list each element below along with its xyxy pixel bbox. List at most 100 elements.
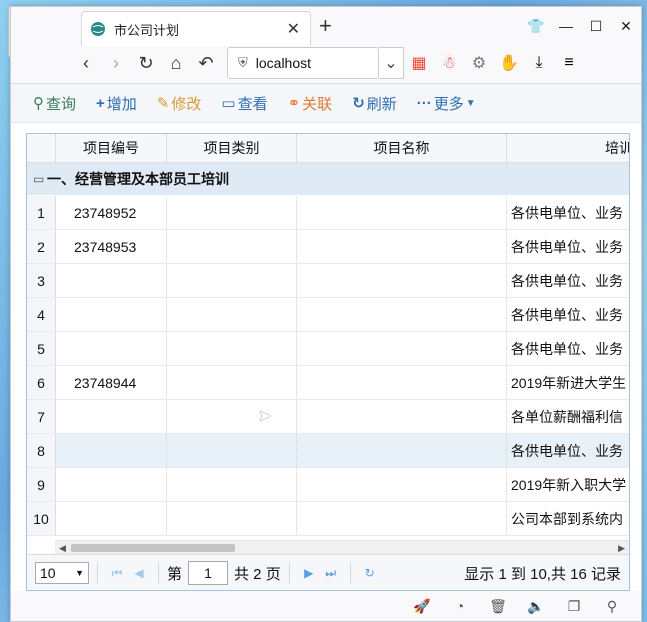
page-prefix: 第: [167, 565, 183, 583]
table-cell: [56, 298, 167, 331]
speed-icon[interactable]: ◔: [441, 598, 479, 614]
row-number: 6: [27, 366, 56, 399]
scroll-right-icon[interactable]: ▶: [618, 541, 625, 555]
table-row[interactable]: 3 各供电单位、业务: [27, 264, 629, 298]
reload-icon[interactable]: ↻: [131, 48, 161, 78]
table-cell: [56, 468, 167, 501]
table-cell: [297, 332, 507, 365]
refresh-button[interactable]: ↻ 刷新: [352, 93, 397, 114]
query-label: 查询: [46, 95, 77, 113]
divider: [158, 563, 159, 583]
table-row[interactable]: 2 23748953 各供电单位、业务: [27, 230, 629, 264]
view-button[interactable]: ▭ 查看: [221, 93, 267, 114]
table-cell: [297, 230, 507, 263]
santa-icon[interactable]: ☃: [434, 48, 464, 78]
volume-icon[interactable]: 🔈: [517, 598, 555, 615]
extension-gear-icon[interactable]: ⚙: [464, 48, 494, 78]
link-button[interactable]: ⚭ 关联: [288, 93, 333, 114]
zoom-icon[interactable]: ⚲: [593, 598, 631, 615]
table-row[interactable]: 10 公司本部到系统内: [27, 502, 629, 536]
back-icon[interactable]: ‹: [71, 48, 101, 78]
table-cell: [297, 468, 507, 501]
first-page-icon[interactable]: ⏮: [106, 566, 128, 581]
tab-title: 市公司计划: [114, 22, 180, 38]
row-number: 9: [27, 468, 56, 501]
row-number: 10: [27, 502, 56, 535]
table-row[interactable]: 8 各供电单位、业务: [27, 434, 629, 468]
adblock-icon[interactable]: ✋: [494, 48, 524, 78]
page-size-select[interactable]: 10 ▼: [35, 562, 89, 584]
shirt-icon[interactable]: 👕: [521, 11, 551, 41]
grid-header: 项目编号 项目类别 项目名称 培训: [27, 134, 629, 163]
rocket-icon[interactable]: 🚀: [403, 598, 441, 615]
query-button[interactable]: ⚲ 查询: [33, 93, 76, 114]
scroll-thumb[interactable]: [71, 544, 235, 552]
tab-strip: 市公司计划 ✕ + 👕 — ☐ ✕: [81, 11, 641, 46]
more-label: 更多: [433, 95, 464, 113]
scroll-left-icon[interactable]: ◀: [59, 541, 66, 555]
refresh-label: 刷新: [366, 95, 397, 113]
view-label: 查看: [237, 95, 268, 113]
row-number: 2: [27, 230, 56, 263]
mouse-cursor-icon: ➤: [258, 408, 272, 425]
column-header[interactable]: 培训: [507, 134, 629, 162]
add-button[interactable]: + 增加: [96, 93, 137, 114]
table-row[interactable]: 1 23748952 各供电单位、业务: [27, 196, 629, 230]
window-icon[interactable]: ❐: [555, 598, 593, 615]
close-window-icon[interactable]: ✕: [611, 11, 641, 41]
table-cell: [56, 400, 167, 433]
download-icon[interactable]: ⤓: [524, 48, 554, 78]
new-tab-icon[interactable]: +: [319, 13, 332, 39]
horizontal-scrollbar[interactable]: ◀ ▶: [55, 540, 629, 555]
table-cell: 各供电单位、业务: [507, 298, 629, 331]
address-bar[interactable]: ⛨ localhost: [227, 47, 379, 79]
column-header[interactable]: 项目编号: [56, 134, 167, 162]
table-row[interactable]: 4 各供电单位、业务: [27, 298, 629, 332]
apps-grid-icon[interactable]: ▦: [404, 48, 434, 78]
table-row[interactable]: 9 2019年新入职大学: [27, 468, 629, 502]
table-cell: 各供电单位、业务: [507, 434, 629, 467]
table-cell: 2019年新入职大学: [507, 468, 629, 501]
table-cell: [167, 298, 297, 331]
reload-page-icon[interactable]: ↻: [359, 566, 381, 580]
table-row[interactable]: 7 各单位薪酬福利信: [27, 400, 629, 434]
table-cell: [297, 298, 507, 331]
table-cell: [297, 400, 507, 433]
edit-button[interactable]: ✎ 修改: [157, 93, 202, 114]
table-cell: [167, 196, 297, 229]
last-page-icon[interactable]: ⏭: [320, 566, 342, 581]
page-number-input[interactable]: 1: [188, 561, 229, 585]
table-cell: [167, 264, 297, 297]
next-page-icon[interactable]: ▶: [298, 566, 320, 580]
table-row[interactable]: 5 各供电单位、业务: [27, 332, 629, 366]
more-button[interactable]: ··· 更多 ▼: [417, 93, 476, 114]
table-cell: [167, 366, 297, 399]
table-cell: [297, 502, 507, 535]
maximize-icon[interactable]: ☐: [581, 11, 611, 41]
table-cell: 23748952: [56, 196, 167, 229]
table-cell: [56, 502, 167, 535]
home-icon[interactable]: ⌂: [161, 48, 191, 78]
window-controls: 👕 — ☐ ✕: [521, 11, 641, 41]
minimize-icon[interactable]: —: [551, 11, 581, 41]
trash-icon[interactable]: 🗑: [479, 598, 517, 615]
table-cell: [167, 502, 297, 535]
close-tab-icon[interactable]: ✕: [287, 19, 300, 39]
prev-page-icon[interactable]: ◀: [128, 566, 150, 580]
column-header[interactable]: 项目类别: [167, 134, 297, 162]
rownum-header: [27, 134, 56, 162]
table-cell: [56, 434, 167, 467]
column-header[interactable]: 项目名称: [297, 134, 507, 162]
add-label: 增加: [106, 95, 137, 113]
undo-icon[interactable]: ↶: [191, 48, 221, 78]
table-cell: 各供电单位、业务: [507, 230, 629, 263]
forward-icon[interactable]: ›: [101, 48, 131, 78]
collapse-icon[interactable]: ▭: [33, 172, 47, 186]
group-row[interactable]: ▭ 一、经营管理及本部员工培训: [27, 163, 629, 195]
table-row[interactable]: 6 23748944 2019年新进大学生: [27, 366, 629, 400]
browser-tab[interactable]: 市公司计划 ✕: [81, 11, 311, 46]
menu-icon[interactable]: ≡: [554, 48, 584, 78]
table-cell: [167, 468, 297, 501]
divider: [349, 563, 351, 583]
address-dropdown-icon[interactable]: ⌄: [379, 47, 404, 79]
